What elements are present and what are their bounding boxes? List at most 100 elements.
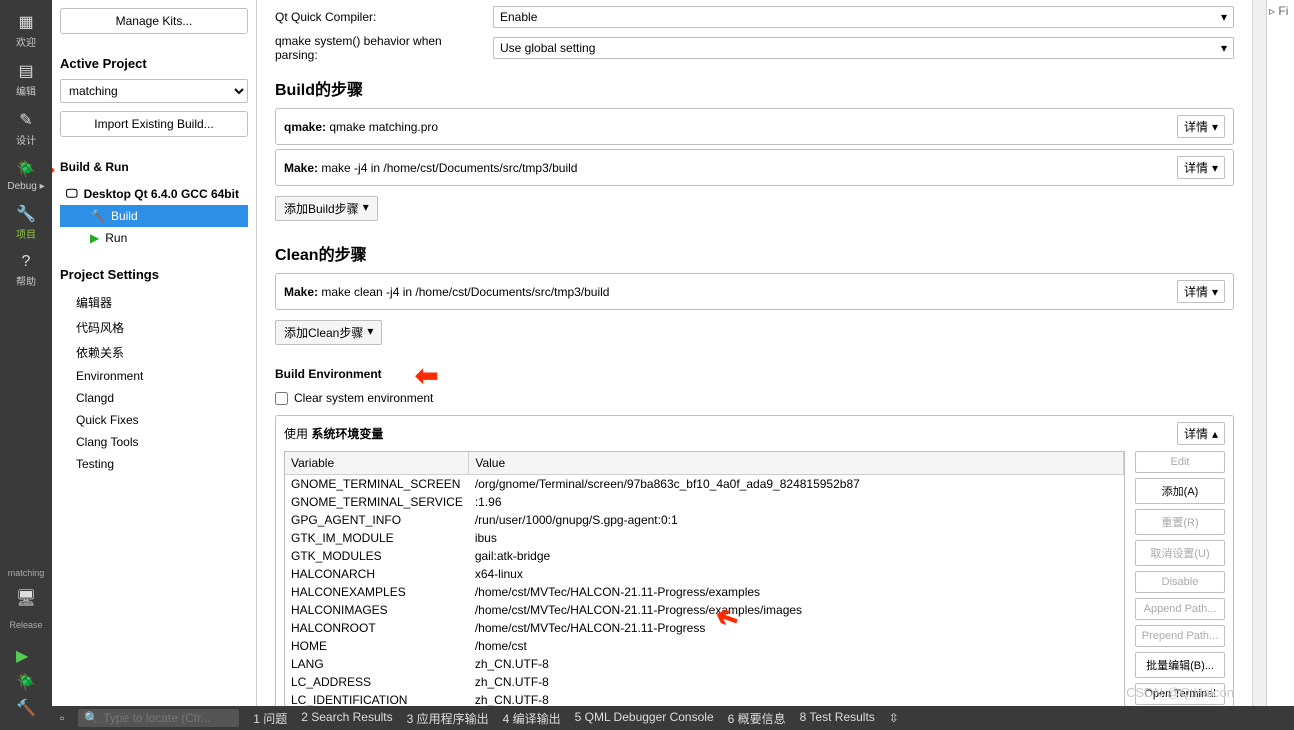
env-var: HOME: [285, 637, 469, 655]
status-tab[interactable]: 5 QML Debugger Console: [575, 710, 714, 727]
add-build-step-button[interactable]: 添加Build步骤▾: [275, 196, 378, 221]
run-action-icon[interactable]: ▶: [16, 646, 36, 666]
env-var: HALCONARCH: [285, 565, 469, 583]
project-select[interactable]: matching: [60, 79, 248, 103]
status-tab[interactable]: 3 应用程序输出: [407, 710, 489, 727]
env-row[interactable]: HALCONIMAGES/home/cst/MVTec/HALCON-21.11…: [285, 601, 1124, 619]
env-val: /home/cst: [469, 637, 1124, 655]
env-row[interactable]: GTK_MODULESgail:atk-bridge: [285, 547, 1124, 565]
mode-icon: 🪲: [0, 159, 52, 179]
env-row[interactable]: GPG_AGENT_INFO/run/user/1000/gnupg/S.gpg…: [285, 511, 1124, 529]
env-row[interactable]: GNOME_TERMINAL_SCREEN/org/gnome/Terminal…: [285, 475, 1124, 494]
chevron-down-icon: ▾: [1212, 161, 1218, 175]
env-var: HALCONEXAMPLES: [285, 583, 469, 601]
env-append-button[interactable]: Append Path...: [1135, 598, 1225, 620]
env-var: GNOME_TERMINAL_SCREEN: [285, 475, 469, 494]
mode-icon: ✎: [0, 110, 52, 130]
project-setting-Quick Fixes[interactable]: Quick Fixes: [60, 409, 248, 431]
env-val: gail:atk-bridge: [469, 547, 1124, 565]
env-row[interactable]: HALCONARCHx64-linux: [285, 565, 1124, 583]
env-val: /run/user/1000/gnupg/S.gpg-agent:0:1: [469, 511, 1124, 529]
env-val: ibus: [469, 529, 1124, 547]
env-batch-button[interactable]: 批量编辑(B)...: [1135, 652, 1225, 678]
details-button[interactable]: 详情▾: [1177, 156, 1225, 179]
chevron-down-icon: ▾: [1212, 120, 1218, 134]
kit-row[interactable]: 🖵Desktop Qt 6.4.0 GCC 64bit: [60, 182, 248, 205]
import-build-button[interactable]: Import Existing Build...: [60, 111, 248, 137]
env-var: HALCONIMAGES: [285, 601, 469, 619]
run-action-icon[interactable]: 🔨: [16, 698, 36, 718]
target-name[interactable]: matching: [8, 564, 45, 582]
project-setting-编辑器[interactable]: 编辑器: [60, 290, 248, 315]
project-setting-依赖关系[interactable]: 依赖关系: [60, 340, 248, 365]
add-clean-step-button[interactable]: 添加Clean步骤▾: [275, 320, 382, 345]
env-terminal-button[interactable]: Open Terminal: [1135, 683, 1225, 705]
status-tab[interactable]: 8 Test Results: [800, 710, 875, 727]
left-panel: Manage Kits... Active Project matching I…: [52, 0, 257, 730]
build-step-qmake[interactable]: qmake: qmake matching.pro 详情▾: [275, 108, 1234, 145]
env-row[interactable]: GTK_IM_MODULEibus: [285, 529, 1124, 547]
env-var: GTK_IM_MODULE: [285, 529, 469, 547]
iconbar-item-欢迎[interactable]: ▦欢迎: [0, 6, 52, 55]
env-row[interactable]: HOME/home/cst: [285, 637, 1124, 655]
env-var: LC_ADDRESS: [285, 673, 469, 691]
project-setting-Clangd[interactable]: Clangd: [60, 387, 248, 409]
clear-sys-env-checkbox[interactable]: [275, 392, 288, 405]
locator[interactable]: 🔍: [78, 709, 239, 727]
target-selector[interactable]: 🖥: [0, 582, 52, 616]
env-reset-button[interactable]: 重置(R): [1135, 509, 1225, 535]
locator-input[interactable]: [103, 711, 233, 725]
tree-node-build[interactable]: 🔨Build: [60, 205, 248, 227]
status-more-icon[interactable]: ⇳: [889, 711, 899, 725]
env-details-button[interactable]: 详情▴: [1177, 422, 1225, 445]
status-tab[interactable]: 4 编译输出: [503, 710, 561, 727]
env-row[interactable]: LANGzh_CN.UTF-8: [285, 655, 1124, 673]
build-step-make[interactable]: Make: make -j4 in /home/cst/Documents/sr…: [275, 149, 1234, 186]
qmake-behavior-select[interactable]: Use global setting▾: [493, 37, 1234, 59]
project-setting-Environment[interactable]: Environment: [60, 365, 248, 387]
env-row[interactable]: HALCONEXAMPLES/home/cst/MVTec/HALCON-21.…: [285, 583, 1124, 601]
env-row[interactable]: HALCONROOT/home/cst/MVTec/HALCON-21.11-P…: [285, 619, 1124, 637]
manage-kits-button[interactable]: Manage Kits...: [60, 8, 248, 34]
iconbar-item-设计[interactable]: ✎设计: [0, 104, 52, 153]
status-bar: ▫ 🔍 1 问题 2 Search Results 3 应用程序输出 4 编译输出 5 …: [52, 706, 1294, 730]
col-variable[interactable]: Variable: [285, 452, 469, 475]
env-var: GNOME_TERMINAL_SERVICE: [285, 493, 469, 511]
env-val: zh_CN.UTF-8: [469, 655, 1124, 673]
iconbar-item-帮助[interactable]: ?帮助: [0, 247, 52, 294]
tree-node-run[interactable]: ▶Run: [60, 227, 248, 249]
mode-icon: ▤: [0, 61, 52, 81]
run-action-icon[interactable]: 🪲: [16, 672, 36, 692]
iconbar-item-Debug[interactable]: 🪲Debug ▸: [0, 153, 52, 198]
col-value[interactable]: Value: [469, 452, 1124, 475]
details-button[interactable]: 详情▾: [1177, 115, 1225, 138]
status-tab[interactable]: 2 Search Results: [301, 710, 392, 727]
iconbar-item-编辑[interactable]: ▤编辑: [0, 55, 52, 104]
project-setting-Testing[interactable]: Testing: [60, 453, 248, 475]
project-setting-代码风格[interactable]: 代码风格: [60, 315, 248, 340]
main-scrollbar[interactable]: [1252, 0, 1266, 730]
env-unset-button[interactable]: 取消设置(U): [1135, 540, 1225, 566]
env-edit-button[interactable]: Edit: [1135, 451, 1225, 473]
clean-step-make[interactable]: Make: make clean -j4 in /home/cst/Docume…: [275, 273, 1234, 310]
build-env-heading: Build Environment ⬅: [275, 365, 1234, 383]
env-disable-button[interactable]: Disable: [1135, 571, 1225, 593]
qmake-behavior-label: qmake system() behavior when parsing:: [275, 34, 485, 62]
env-buttons: Edit 添加(A) 重置(R) 取消设置(U) Disable Append …: [1135, 451, 1225, 730]
env-var: GPG_AGENT_INFO: [285, 511, 469, 529]
status-toggle-icon[interactable]: ▫: [60, 711, 64, 725]
env-prepend-button[interactable]: Prepend Path...: [1135, 625, 1225, 647]
env-row[interactable]: LC_ADDRESSzh_CN.UTF-8: [285, 673, 1124, 691]
project-setting-Clang Tools[interactable]: Clang Tools: [60, 431, 248, 453]
env-table-wrap[interactable]: Variable Value GNOME_TERMINAL_SCREEN/org…: [284, 451, 1125, 730]
right-sliver: ▹ Fi: [1266, 0, 1294, 730]
details-button[interactable]: 详情▾: [1177, 280, 1225, 303]
env-row[interactable]: GNOME_TERMINAL_SERVICE:1.96: [285, 493, 1124, 511]
iconbar-item-项目[interactable]: 🔧项目: [0, 198, 52, 247]
env-val: zh_CN.UTF-8: [469, 673, 1124, 691]
status-tab[interactable]: 1 问题: [253, 710, 287, 727]
status-tab[interactable]: 6 概要信息: [728, 710, 786, 727]
qt-quick-compiler-select[interactable]: Enable▾: [493, 6, 1234, 28]
chevron-down-icon: ▾: [1221, 41, 1227, 55]
env-add-button[interactable]: 添加(A): [1135, 478, 1225, 504]
